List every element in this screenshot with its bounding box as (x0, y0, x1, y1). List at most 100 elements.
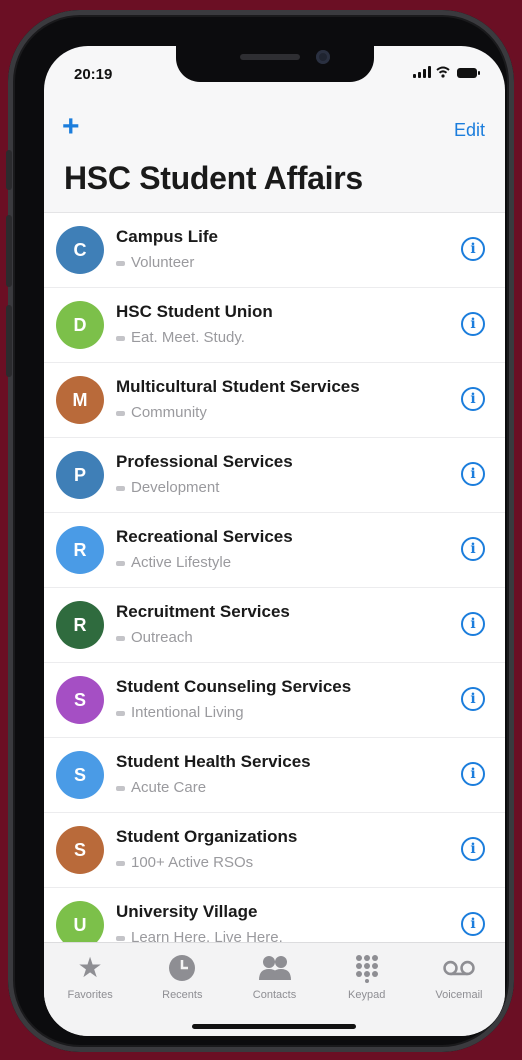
status-icons (413, 66, 480, 78)
contact-name: HSC Student Union (116, 302, 273, 321)
info-icon[interactable]: i (461, 912, 485, 936)
avatar: P (56, 451, 104, 499)
info-icon[interactable]: i (461, 687, 485, 711)
list-item[interactable]: S Student Organizations 100+ Active RSOs… (44, 813, 505, 888)
contact-subtitle: Intentional Living (116, 704, 244, 721)
avatar: S (56, 826, 104, 874)
label-dot (116, 785, 125, 791)
battery-icon (457, 68, 480, 78)
contact-subtitle-text: Volunteer (131, 254, 195, 271)
tab-label: Contacts (252, 989, 297, 1001)
info-icon[interactable]: i (461, 762, 485, 786)
list-item[interactable]: C Campus Life Volunteer i (44, 213, 505, 288)
phone-screen: 20:19 + Edit HSC Student Affairs C Campu… (44, 46, 505, 1036)
info-icon[interactable]: i (461, 462, 485, 486)
label-dot (116, 410, 125, 416)
contact-subtitle-text: Eat. Meet. Study. (131, 329, 245, 346)
contact-subtitle: Acute Care (116, 779, 206, 796)
edit-button[interactable]: Edit (454, 120, 485, 141)
contact-subtitle: Outreach (116, 629, 193, 646)
list-item[interactable]: S Student Counseling Services Intentiona… (44, 663, 505, 738)
tab-keypad[interactable]: Keypad (321, 943, 413, 1036)
contact-subtitle-text: Development (131, 479, 220, 496)
contact-subtitle: Active Lifestyle (116, 554, 231, 571)
list-item[interactable]: R Recreational Services Active Lifestyle… (44, 513, 505, 588)
tab-bar: ★ Favorites Recents Contacts Keypad Voic… (44, 942, 505, 1036)
contact-name: Student Health Services (116, 752, 311, 771)
clock-icon (169, 955, 196, 981)
list-item[interactable]: R Recruitment Services Outreach i (44, 588, 505, 663)
contact-name: University Village (116, 902, 258, 921)
contact-subtitle-text: 100+ Active RSOs (131, 854, 254, 871)
contact-list: C Campus Life Volunteer i D HSC Student … (44, 212, 505, 963)
info-icon[interactable]: i (461, 537, 485, 561)
tab-label: Favorites (67, 989, 113, 1001)
mute-switch (6, 150, 12, 190)
speaker-grille (240, 54, 300, 60)
wifi-icon (436, 66, 450, 78)
contact-name: Student Organizations (116, 827, 298, 846)
contact-subtitle-text: Intentional Living (131, 704, 244, 721)
contact-name: Campus Life (116, 227, 219, 246)
contact-name: Professional Services (116, 452, 293, 471)
contact-name: Recruitment Services (116, 602, 290, 621)
list-item[interactable]: M Multicultural Student Services Communi… (44, 363, 505, 438)
info-icon[interactable]: i (461, 237, 485, 261)
label-dot (116, 485, 125, 491)
people-icon (258, 956, 291, 980)
tab-favorites[interactable]: ★ Favorites (44, 943, 136, 1036)
contact-subtitle-text: Community (131, 404, 207, 421)
avatar: R (56, 526, 104, 574)
tab-label: Recents (162, 989, 203, 1001)
notch (176, 46, 374, 82)
avatar: D (56, 301, 104, 349)
contact-name: Multicultural Student Services (116, 377, 360, 396)
add-contact-button[interactable]: + (62, 112, 80, 142)
tab-voicemail[interactable]: Voicemail (413, 943, 505, 1036)
list-item[interactable]: S Student Health Services Acute Care i (44, 738, 505, 813)
keypad-icon (355, 955, 378, 983)
avatar: S (56, 676, 104, 724)
list-item[interactable]: P Professional Services Development i (44, 438, 505, 513)
tab-contacts[interactable]: Contacts (228, 943, 320, 1036)
contact-subtitle: Development (116, 479, 219, 496)
list-item[interactable]: D HSC Student Union Eat. Meet. Study. i (44, 288, 505, 363)
avatar: R (56, 601, 104, 649)
avatar: M (56, 376, 104, 424)
contact-subtitle: Volunteer (116, 254, 194, 271)
contact-subtitle: Eat. Meet. Study. (116, 329, 245, 346)
info-icon[interactable]: i (461, 387, 485, 411)
status-time: 20:19 (74, 66, 113, 83)
label-dot (116, 335, 125, 341)
label-dot (116, 260, 125, 266)
contact-name: Recreational Services (116, 527, 293, 546)
label-dot (116, 860, 125, 866)
contact-name: Student Counseling Services (116, 677, 352, 696)
home-indicator[interactable] (192, 1024, 356, 1029)
avatar: S (56, 751, 104, 799)
avatar: C (56, 226, 104, 274)
label-dot (116, 560, 125, 566)
front-camera (316, 50, 330, 64)
tab-label: Voicemail (435, 989, 483, 1001)
tab-recents[interactable]: Recents (136, 943, 228, 1036)
volume-down-button (6, 305, 12, 377)
voicemail-icon (443, 960, 475, 976)
label-dot (116, 635, 125, 641)
info-icon[interactable]: i (461, 312, 485, 336)
contact-subtitle-text: Acute Care (131, 779, 207, 796)
contact-subtitle: 100+ Active RSOs (116, 854, 253, 871)
tab-label: Keypad (348, 989, 386, 1001)
page-title: HSC Student Affairs (64, 160, 363, 196)
label-dot (116, 935, 125, 941)
contact-subtitle-text: Outreach (131, 629, 193, 646)
info-icon[interactable]: i (461, 837, 485, 861)
phone-frame: 20:19 + Edit HSC Student Affairs C Campu… (6, 10, 514, 1052)
contact-subtitle-text: Active Lifestyle (131, 554, 232, 571)
star-icon: ★ (77, 952, 103, 983)
label-dot (116, 710, 125, 716)
volume-up-button (6, 215, 12, 287)
info-icon[interactable]: i (461, 612, 485, 636)
signal-icon (413, 66, 431, 78)
contact-subtitle: Community (116, 404, 207, 421)
